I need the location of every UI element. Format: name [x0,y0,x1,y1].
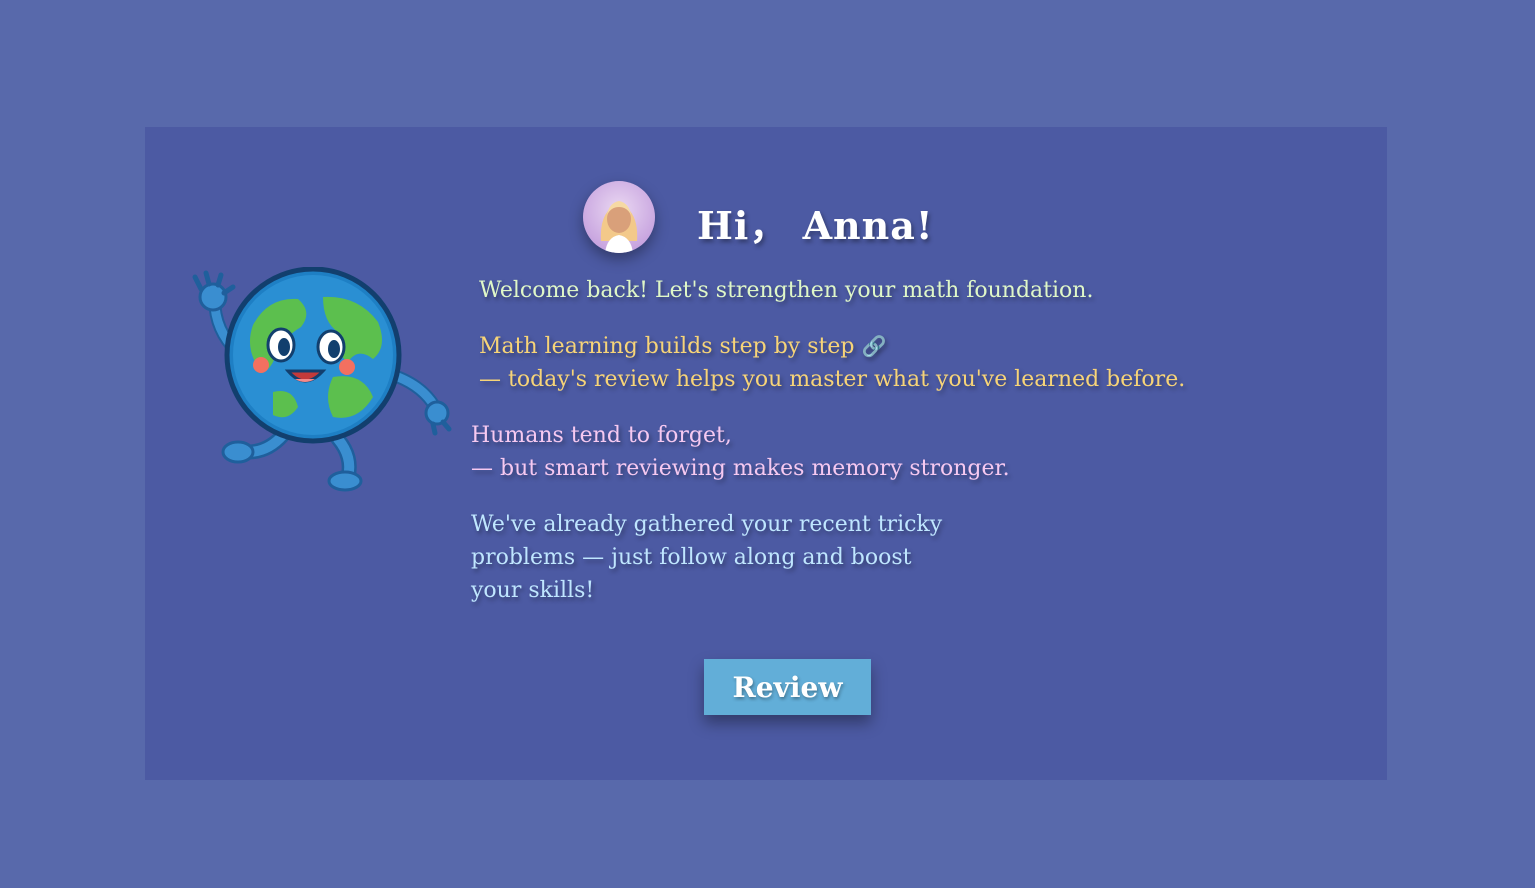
humans-line-1: Humans tend to forget, [471,423,732,448]
greeting-heading: Hi， Anna! [697,203,934,248]
earth-mascot-icon [173,266,458,492]
gathered-line-1: We've already gathered your recent trick… [471,512,943,537]
gathered-line-2: problems — just follow along and boost [471,545,912,570]
review-button[interactable]: Review [704,659,871,715]
humans-message: Humans tend to forget, — but smart revie… [471,419,1010,485]
gathered-message: We've already gathered your recent trick… [471,508,942,607]
welcome-text: Welcome back! Let's strengthen your math… [479,278,1094,303]
math-line-2: — today's review helps you master what y… [479,367,1186,392]
math-message: Math learning builds step by step 🔗 — to… [479,330,1185,396]
girl-avatar-icon [583,181,655,253]
humans-line-2: — but smart reviewing makes memory stron… [471,456,1010,481]
gathered-line-3: your skills! [471,578,595,603]
math-line-1: Math learning builds step by step [479,334,855,359]
welcome-message: Welcome back! Let's strengthen your math… [479,274,1093,307]
welcome-panel: Hi， Anna! Welcome back! Let's strengthen… [145,127,1387,780]
link-icon: 🔗 [861,334,887,358]
